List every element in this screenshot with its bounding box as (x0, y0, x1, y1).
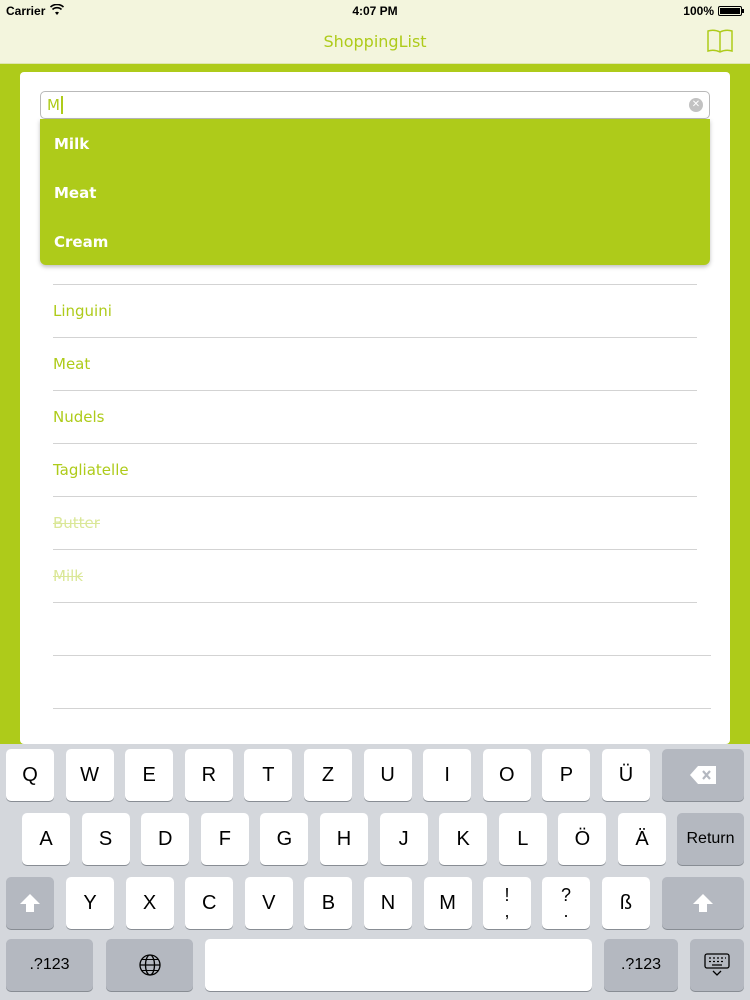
list-item[interactable]: Meat (53, 338, 697, 391)
key-glyph: . (563, 901, 569, 921)
status-bar: Carrier 4:07 PM 100% (0, 0, 750, 22)
key-question-period[interactable]: ?. (542, 877, 590, 929)
key-n[interactable]: N (364, 877, 412, 929)
backspace-icon (690, 766, 716, 784)
key-e[interactable]: E (125, 749, 174, 801)
shift-key[interactable] (6, 877, 54, 929)
key-r[interactable]: R (184, 749, 233, 801)
key-b[interactable]: B (304, 877, 353, 929)
key-p[interactable]: P (542, 749, 591, 801)
list-item[interactable]: Tagliatelle (53, 444, 697, 497)
key-x[interactable]: X (125, 877, 174, 929)
key-glyph: , (504, 901, 510, 921)
battery-percent: 100% (683, 4, 714, 18)
list-card: Linguini Meat Nudels Tagliatelle Butter Milk … (20, 72, 730, 744)
list-item-label: Nudels (53, 408, 105, 426)
backspace-key[interactable] (662, 749, 744, 801)
key-y[interactable]: Y (66, 877, 114, 929)
key-l[interactable]: L (498, 813, 547, 865)
numbers-key-right[interactable]: .?123 (604, 939, 678, 991)
key-u[interactable]: U (363, 749, 412, 801)
key-ä[interactable]: Ä (618, 813, 666, 865)
key-c[interactable]: C (185, 877, 234, 929)
clear-icon[interactable]: ✕ (689, 98, 703, 112)
space-key[interactable] (205, 939, 592, 991)
list-item[interactable] (53, 603, 711, 656)
globe-icon (138, 954, 161, 976)
key-t[interactable]: T (244, 749, 293, 801)
list-item-label: Meat (53, 355, 91, 373)
return-key[interactable]: Return (677, 813, 744, 865)
search-input[interactable]: M ✕ (40, 91, 710, 119)
key-h[interactable]: H (320, 813, 368, 865)
key-j[interactable]: J (379, 813, 428, 865)
suggestion-item[interactable]: Milk (40, 119, 710, 168)
book-icon[interactable] (706, 28, 734, 54)
page-title: ShoppingList (323, 32, 427, 51)
key-k[interactable]: K (439, 813, 488, 865)
key-m[interactable]: M (423, 877, 472, 929)
list-item[interactable]: Nudels (53, 391, 697, 444)
key-q[interactable]: Q (6, 749, 54, 801)
list-item[interactable]: Milk (53, 550, 697, 603)
key-a[interactable]: A (22, 813, 70, 865)
shift-icon (693, 894, 713, 912)
suggestion-item[interactable]: Meat (40, 168, 710, 217)
list-item-label: Tagliatelle (53, 461, 129, 479)
key-ü[interactable]: Ü (602, 749, 650, 801)
autocomplete-dropdown: Milk Meat Cream (40, 119, 710, 265)
key-ö[interactable]: Ö (558, 813, 607, 865)
key-g[interactable]: G (260, 813, 309, 865)
key-f[interactable]: F (200, 813, 249, 865)
list-item[interactable]: Linguini (53, 285, 697, 338)
key-z[interactable]: Z (304, 749, 352, 801)
shift-key-right[interactable] (662, 877, 744, 929)
key-d[interactable]: D (141, 813, 190, 865)
key-i[interactable]: I (423, 749, 472, 801)
list-item[interactable]: Butter (53, 497, 697, 550)
search-value: M (47, 96, 60, 114)
keyboard-dismiss-icon (704, 953, 730, 976)
list-item-label: Butter (53, 514, 100, 532)
suggestion-item[interactable]: Cream (40, 217, 710, 266)
list-item-label: Linguini (53, 302, 112, 320)
list-item[interactable] (53, 656, 711, 709)
key-o[interactable]: O (482, 749, 531, 801)
key-w[interactable]: W (65, 749, 114, 801)
list-item-label: Milk (53, 567, 83, 585)
key-sz[interactable]: ß (602, 877, 650, 929)
globe-key[interactable] (106, 939, 193, 991)
status-time: 4:07 PM (352, 4, 398, 18)
keyboard: Q W E R T Z U I O P Ü A S D F G H J K L Ö Ä Return Y X C V B N M!,?. ß… (0, 744, 750, 1000)
navigation-bar: ShoppingList (0, 22, 750, 64)
key-s[interactable]: S (81, 813, 130, 865)
shift-icon (20, 894, 40, 912)
numbers-key[interactable]: .?123 (6, 939, 93, 991)
battery-icon (718, 6, 744, 16)
key-v[interactable]: V (244, 877, 293, 929)
text-caret (60, 96, 63, 114)
dismiss-keyboard-key[interactable] (690, 939, 744, 991)
key-exclaim-comma[interactable]: !, (483, 877, 531, 929)
